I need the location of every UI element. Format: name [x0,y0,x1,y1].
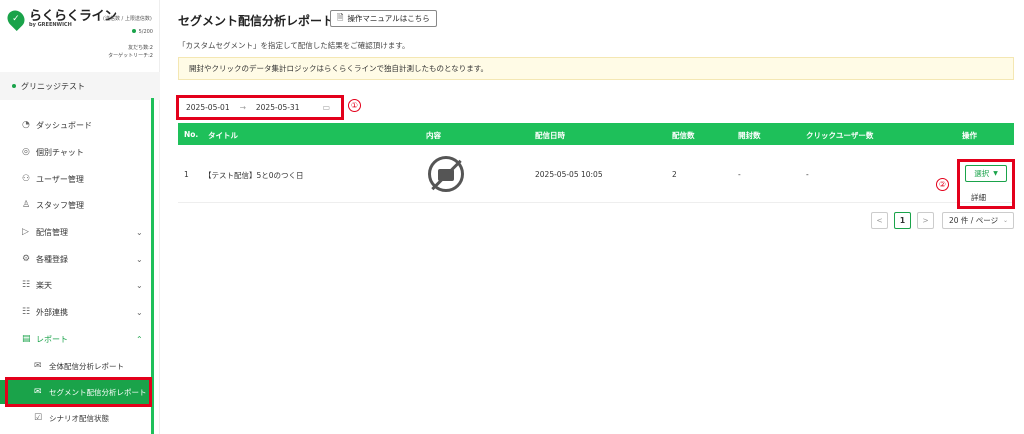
cell-opened: - [738,170,741,179]
rakuten-icon: ☷ [22,280,31,290]
cell-clicks: - [806,170,809,179]
column-header-clicks: クリックユーザー数 [806,131,874,140]
sidebar-item-external[interactable]: ☷ 外部連携 ⌄ [0,299,150,325]
target-reach: ターゲットリーチ:2 [108,53,153,59]
sidebar-item-chat[interactable]: ◎ 個別チャット [0,139,150,165]
send-count: 5/200 [131,29,153,35]
sidebar-subitem-label: 全体配信分析レポート [49,361,124,371]
main-content: セグメント配信分析レポート 🗎 操作マニュアルはこちら 「カスタムセグメント」を… [160,0,1024,434]
column-header-title: タイトル [208,131,238,140]
chevron-down-icon: ⌄ [136,307,143,317]
sidebar-item-label: スタッフ管理 [36,200,84,210]
highlight-box-action [957,159,1015,209]
friends-count: 友だち数:2 [128,45,153,51]
chevron-down-icon: ⌄ [136,280,143,290]
chevron-down-icon: ⌄ [1002,217,1008,224]
column-header-sent: 配信数 [672,131,695,140]
scenario-icon: ☑ [34,413,43,423]
sidebar-subitem-scenario-status[interactable]: ☑ シナリオ配信状態 [0,406,150,430]
account-selector[interactable]: グリニッジテスト [0,72,160,100]
cell-date: 2025-05-05 10:05 [535,170,603,179]
staff-icon: ♙ [22,200,31,210]
sidebar-item-registration[interactable]: ⚙ 各種登録 ⌄ [0,246,150,272]
cell-sent: 2 [672,170,677,179]
notice-banner: 開封やクリックのデータ集計ロジックはらくらくラインで独自計測したものとなります。 [178,57,1014,80]
page-size-label: 20 件 / ページ [949,216,999,225]
friends-stats: 友だち数:2 ターゲットリーチ:2 [108,44,153,60]
pagination-next-button[interactable]: > [917,212,934,229]
account-dot-icon [12,84,16,88]
pagination-prev-button[interactable]: < [871,212,888,229]
no-image-icon [428,156,464,192]
column-header-content: 内容 [426,131,441,140]
sidebar-item-users[interactable]: ⚇ ユーザー管理 [0,166,150,192]
sidebar: ✓ らくらくライン by GREENWICH (送信数 / 上限送信数) 5/2… [0,0,160,434]
highlight-box-date [176,95,344,120]
cell-title: 【テスト配信】5と0のつく日 [204,171,304,180]
chat-icon: ◎ [22,147,30,157]
annotation-number-1: ① [348,99,361,112]
sidebar-item-label: 外部連携 [36,307,68,317]
sidebar-subitem-label: シナリオ配信状態 [49,413,109,423]
table-header: No. タイトル 内容 配信日時 配信数 開封数 クリックユーザー数 操作 [178,123,1014,145]
users-icon: ⚇ [22,174,31,184]
logo[interactable]: ✓ らくらくライン by GREENWICH [3,6,117,32]
chevron-up-icon: ⌃ [136,334,143,344]
logo-mark-icon: ✓ [3,6,29,32]
status-dot-icon [131,29,136,33]
sidebar-item-label: レポート [36,334,68,344]
pagination-page-1[interactable]: 1 [894,212,911,229]
cell-no: 1 [184,170,189,179]
dashboard-icon: ◔ [22,120,30,130]
chevron-down-icon: ⌄ [136,227,143,237]
column-header-actions: 操作 [962,131,977,140]
sidebar-item-label: ダッシュボード [36,120,92,130]
sidebar-item-report[interactable]: ▤ レポート ⌃ [0,326,150,352]
send-icon: ▷ [22,227,29,237]
sidebar-item-label: ユーザー管理 [36,174,84,184]
manual-button-label: 操作マニュアルはこちら [347,14,430,23]
page-title: セグメント配信分析レポート [178,14,335,28]
table-row: 1 【テスト配信】5と0のつく日 2025-05-05 10:05 2 - - [178,145,1014,203]
sidebar-item-dashboard[interactable]: ◔ ダッシュボード [0,112,150,138]
page-description: 「カスタムセグメント」を指定して配信した結果をご確認頂けます。 [178,41,410,50]
sidebar-item-label: 個別チャット [36,147,84,157]
sidebar-item-label: 楽天 [36,280,52,290]
report-icon: ▤ [22,334,31,344]
sidebar-item-delivery[interactable]: ▷ 配信管理 ⌄ [0,219,150,245]
column-header-date: 配信日時 [535,131,565,140]
sidebar-item-staff[interactable]: ♙ スタッフ管理 [0,192,150,218]
chevron-down-icon: ⌄ [136,254,143,264]
sidebar-subitem-overall-report[interactable]: ✉ 全体配信分析レポート [0,354,150,378]
link-icon: ☷ [22,307,31,317]
sidebar-item-label: 配信管理 [36,227,68,237]
sidebar-item-rakuten[interactable]: ☷ 楽天 ⌄ [0,272,150,298]
column-header-opened: 開封数 [738,131,761,140]
document-icon: 🗎 [337,12,344,22]
send-count-caption: (送信数 / 上限送信数) [103,16,152,22]
sidebar-item-label: 各種登録 [36,254,68,264]
mail-icon: ✉ [34,361,42,371]
annotation-number-2: ② [936,178,949,191]
account-name: グリニッジテスト [21,81,85,91]
page-size-select[interactable]: 20 件 / ページ ⌄ [942,212,1014,229]
highlight-box-sidebar [5,377,152,407]
settings-icon: ⚙ [22,254,31,264]
column-header-no: No. [184,130,199,139]
manual-button[interactable]: 🗎 操作マニュアルはこちら [330,10,437,27]
